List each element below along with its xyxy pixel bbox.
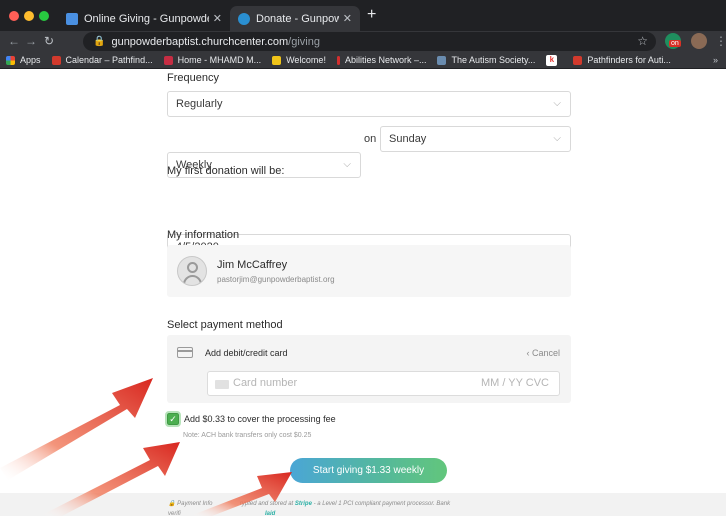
bookmark-label: Calendar – Pathfind... (65, 55, 153, 65)
lock-icon: 🔒 (93, 36, 106, 47)
bookmark-label: Pathfinders for Auti... (587, 55, 671, 65)
payment-method-box: Add debit/credit card ‹ Cancel Card numb… (167, 335, 571, 403)
bookmark-star-icon[interactable]: ☆ (637, 34, 648, 48)
processing-fee-row: ✓ Add $0.33 to cover the processing fee (165, 411, 336, 427)
autism-society-icon (437, 55, 447, 65)
card-exp-placeholder: MM / YY CVC (480, 377, 549, 389)
add-card-label: Add debit/credit card (205, 348, 288, 358)
close-tab-icon[interactable]: ✕ (213, 12, 222, 25)
footer-part: - a Level 1 PCI compliant payment proces… (313, 501, 451, 507)
address-bar[interactable]: 🔒 gunpowderbaptist.churchcenter.com/givi… (83, 32, 656, 51)
profile-card: Jim McCaffrey pastorjim@gunpowderbaptist… (167, 245, 571, 297)
bookmark-item[interactable]: Pathfinders for Auti... (573, 55, 671, 65)
footer-part: laid (265, 511, 276, 516)
bookmark-label: Welcome! (286, 55, 326, 65)
bookmark-item[interactable]: Abilities Network –... (336, 55, 427, 65)
payment-method-label: Select payment method (167, 319, 283, 331)
tab-donate[interactable]: Donate - Gunpowder Baptist Chu ✕ (230, 6, 360, 31)
church-center-icon (238, 12, 250, 25)
bookmark-item[interactable]: Home - MHAMD M... (163, 55, 262, 65)
bookmark-item[interactable]: Apps (6, 55, 41, 65)
footer: 🔒 Payment Info xxxxxxxx rypted and store… (0, 493, 726, 516)
bookmark-label: Apps (20, 55, 41, 65)
footer-part: verifi (168, 511, 181, 516)
frequency-section: Frequency (167, 72, 571, 84)
reload-icon[interactable]: ↻ (44, 34, 54, 48)
footer-part: Payment Info (177, 501, 213, 507)
bookmark-label: The Autism Society... (451, 55, 536, 65)
browser-tab-bar: Online Giving - Gunpowder Bapti ✕ Donate… (0, 0, 726, 31)
bookmark-item[interactable]: The Autism Society... (437, 55, 535, 65)
close-window-icon[interactable] (9, 11, 19, 21)
profile-avatar-icon[interactable] (691, 33, 707, 49)
bookmark-item[interactable]: Calendar – Pathfind... (51, 55, 153, 65)
frequency-select[interactable]: Regularly ⌵ (167, 91, 571, 117)
avatar (177, 256, 207, 286)
calendar-icon (51, 55, 61, 65)
donation-page: Frequency Regularly ⌵ Weekly ⌵ on Sunday… (0, 69, 726, 516)
frequency-label: Frequency (167, 72, 219, 84)
card-number-input[interactable]: Card number MM / YY CVC (207, 371, 560, 396)
maximize-window-icon[interactable] (39, 11, 49, 21)
tab-title: Donate - Gunpowder Baptist Chu (256, 12, 339, 25)
user-head-icon (187, 262, 198, 273)
pathfinders-icon (573, 55, 583, 65)
day-select[interactable]: Sunday ⌵ (380, 126, 571, 152)
more-bookmarks-icon[interactable]: » (713, 55, 718, 65)
extension-badge: on (669, 40, 681, 47)
card-number-placeholder: Card number (233, 377, 298, 389)
forward-arrow-icon[interactable]: → (25, 34, 37, 48)
lock-icon: 🔒 (168, 501, 176, 507)
close-tab-icon[interactable]: ✕ (343, 12, 352, 25)
chevron-down-icon: ⌵ (553, 133, 561, 144)
welcome-icon (272, 55, 282, 65)
cancel-label: Cancel (531, 348, 560, 358)
bookmark-label: Abilities Network –... (344, 55, 427, 65)
url-host: gunpowderbaptist.churchcenter.com (111, 35, 289, 48)
tab-online-giving[interactable]: Online Giving - Gunpowder Bapti ✕ (58, 6, 230, 31)
browser-toolbar: ← → ↻ 🔒 gunpowderbaptist.churchcenter.co… (0, 31, 726, 52)
processing-fee-label[interactable]: Add $0.33 to cover the processing fee (184, 414, 336, 424)
processing-fee-checkbox[interactable]: ✓ (165, 411, 181, 427)
stripe-link[interactable]: Stripe (295, 501, 312, 507)
bookmarks-bar: Apps Calendar – Pathfind... Home - MHAMD… (0, 52, 726, 69)
day-value: Sunday (389, 133, 427, 145)
mhamd-icon (163, 55, 173, 65)
menu-kebab-icon[interactable]: ⋮ (715, 34, 726, 48)
k-logo-icon: k (546, 54, 558, 66)
bookmark-item[interactable]: Welcome! (272, 55, 326, 65)
footer-part: rypted and stored at (239, 501, 294, 507)
apps-grid-icon (6, 55, 15, 65)
minimize-window-icon[interactable] (24, 11, 34, 21)
start-giving-button[interactable]: Start giving $1.33 weekly (290, 458, 447, 483)
card-placeholder-icon (215, 380, 229, 389)
bookmark-label: Home - MHAMD M... (177, 55, 262, 65)
credit-card-icon (177, 347, 193, 358)
chevron-down-icon: ⌵ (553, 98, 561, 109)
user-email: pastorjim@gunpowderbaptist.org (217, 275, 335, 284)
abilities-icon (336, 55, 340, 65)
cancel-button[interactable]: ‹ Cancel (526, 348, 560, 358)
ach-fee-note: Note: ACH bank transfers only cost $0.25 (183, 432, 312, 439)
bookmark-item[interactable]: k (546, 54, 562, 66)
frequency-value: Regularly (176, 98, 223, 110)
tab-title: Online Giving - Gunpowder Bapti (84, 12, 209, 25)
document-icon (66, 12, 78, 25)
on-label: on (364, 133, 377, 145)
user-body-icon (183, 275, 202, 285)
back-arrow-icon[interactable]: ← (8, 34, 20, 48)
plus-icon[interactable]: + (367, 6, 376, 24)
first-donation-label: My first donation will be: (167, 165, 285, 177)
footer-text: 🔒 Payment Info xxxxxxxx rypted and store… (168, 499, 568, 516)
user-name: Jim McCaffrey (217, 259, 288, 271)
url-path: /giving (288, 35, 320, 48)
my-information-label: My information (167, 229, 240, 241)
